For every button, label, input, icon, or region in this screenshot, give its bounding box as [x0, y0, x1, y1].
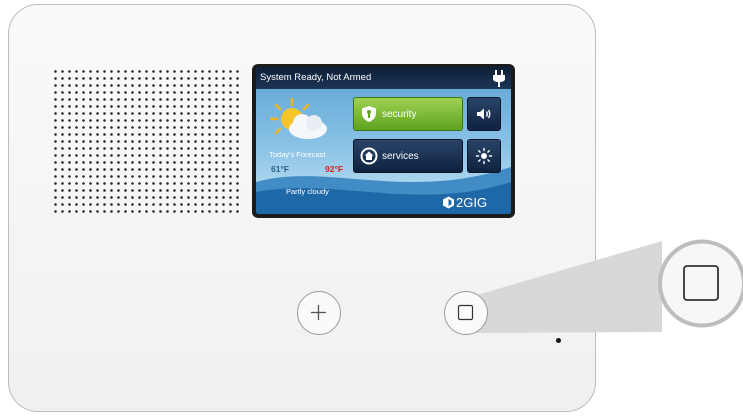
microphone-hole [556, 338, 561, 343]
square-home-icon [457, 304, 474, 321]
magnifier-beam [470, 241, 662, 333]
home-button[interactable] [444, 291, 488, 335]
magnified-home-button [655, 237, 743, 330]
square-home-icon-magnified [658, 239, 743, 328]
